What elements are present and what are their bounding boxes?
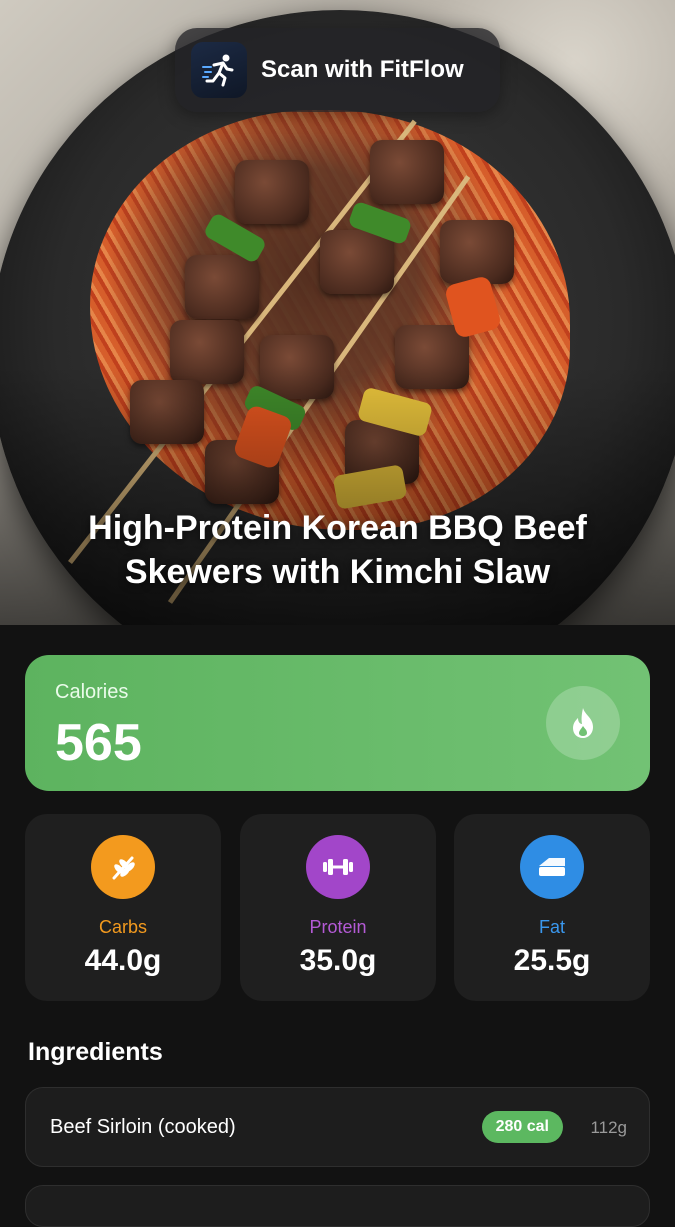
calories-value: 565 bbox=[55, 714, 142, 772]
calories-card: Calories 565 bbox=[25, 655, 650, 791]
protein-value: 35.0g bbox=[299, 944, 377, 977]
beef-piece bbox=[235, 160, 309, 224]
beef-piece bbox=[320, 230, 394, 294]
carbs-card: Carbs 44.0g bbox=[25, 814, 221, 1001]
carbs-label: Carbs bbox=[98, 917, 147, 937]
running-figure-icon bbox=[191, 42, 247, 98]
wheat-icon bbox=[91, 835, 155, 899]
ingredient-calories-badge: 280 cal bbox=[481, 1111, 563, 1143]
beef-piece bbox=[185, 255, 259, 319]
scan-button-label: Scan with FitFlow bbox=[261, 56, 464, 83]
scan-with-fitflow-button[interactable]: Scan with FitFlow bbox=[175, 28, 500, 112]
beef-piece bbox=[440, 220, 514, 284]
protein-card: Protein 35.0g bbox=[240, 814, 436, 1001]
ingredients-title: Ingredients bbox=[28, 1038, 163, 1066]
dumbbell-icon bbox=[306, 835, 370, 899]
ingredient-weight: 112g bbox=[590, 1118, 627, 1137]
recipe-hero-image: Scan with FitFlow High-Protein Korean BB… bbox=[0, 0, 675, 625]
beef-piece bbox=[370, 140, 444, 204]
butter-icon bbox=[520, 835, 584, 899]
fat-label: Fat bbox=[538, 917, 565, 937]
carbs-value: 44.0g bbox=[84, 944, 162, 977]
calories-label: Calories bbox=[55, 681, 129, 703]
fat-value: 25.5g bbox=[513, 944, 591, 977]
ingredient-name: Beef Sirloin (cooked) bbox=[50, 1116, 236, 1138]
protein-label: Protein bbox=[309, 917, 367, 937]
flame-icon bbox=[546, 686, 620, 760]
recipe-title: High-Protein Korean BBQ Beef Skewers wit… bbox=[88, 509, 587, 591]
ingredient-row[interactable]: Beef Sirloin (cooked) 280 cal 112g bbox=[25, 1087, 650, 1167]
fat-card: Fat 25.5g bbox=[454, 814, 650, 1001]
ingredient-row-partial[interactable] bbox=[25, 1185, 650, 1227]
